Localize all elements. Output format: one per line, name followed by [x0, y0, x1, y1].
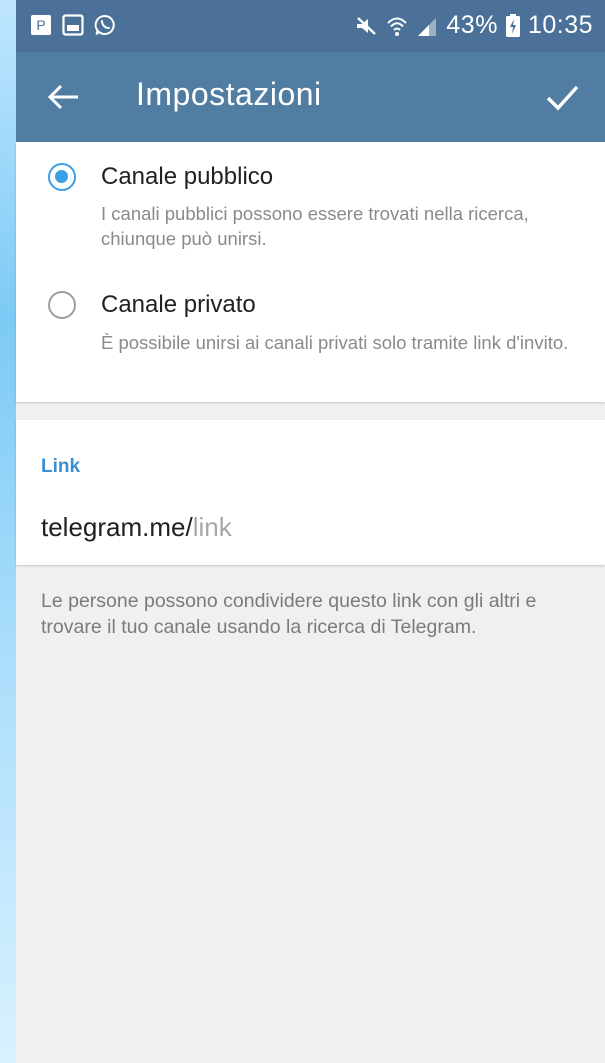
action-bar: Impostazioni — [16, 52, 605, 142]
channel-type-card: Canale pubblico I canali pubblici posson… — [16, 142, 605, 402]
gallery-icon — [62, 14, 84, 36]
notification-icons: P — [30, 14, 116, 36]
svg-text:P: P — [36, 17, 45, 33]
signal-icon — [418, 17, 437, 36]
option-public-label: Canale pubblico — [101, 163, 274, 190]
wifi-icon — [387, 17, 408, 36]
link-prefix: telegram.me/ — [41, 512, 193, 542]
radio-private-unchecked[interactable] — [48, 291, 76, 319]
link-help-text: Le persone possono condividere questo li… — [41, 590, 537, 638]
option-public-channel[interactable]: Canale pubblico I canali pubblici posson… — [16, 142, 605, 267]
option-public-description: I canali pubblici possono essere trovati… — [101, 203, 529, 249]
back-arrow-icon[interactable] — [44, 77, 84, 117]
screen: P 43% 10:35 Impostazioni Canale pubblico… — [16, 0, 605, 1063]
clock: 10:35 — [527, 11, 593, 39]
option-private-description: È possibile unirsi ai canali privati sol… — [101, 332, 569, 353]
whatsapp-icon — [94, 15, 115, 36]
option-private-channel[interactable]: Canale privato È possibile unirsi ai can… — [16, 272, 605, 397]
system-status: 43% 10:35 — [354, 11, 593, 40]
mute-icon — [357, 16, 377, 35]
radio-public-checked[interactable] — [48, 163, 76, 191]
battery-percent: 43% — [446, 11, 498, 39]
status-bar: P 43% 10:35 — [16, 0, 605, 52]
link-card: Link telegram.me/link — [16, 420, 605, 565]
p-icon: P — [31, 15, 51, 35]
link-placeholder: link — [192, 512, 232, 542]
option-private-label: Canale privato — [101, 291, 256, 318]
battery-icon — [505, 13, 520, 37]
link-section-header: Link — [41, 456, 81, 477]
check-icon[interactable] — [541, 76, 583, 118]
background-edge — [0, 0, 16, 1063]
page-title: Impostazioni — [136, 76, 322, 112]
link-input[interactable]: telegram.me/link — [41, 512, 232, 543]
